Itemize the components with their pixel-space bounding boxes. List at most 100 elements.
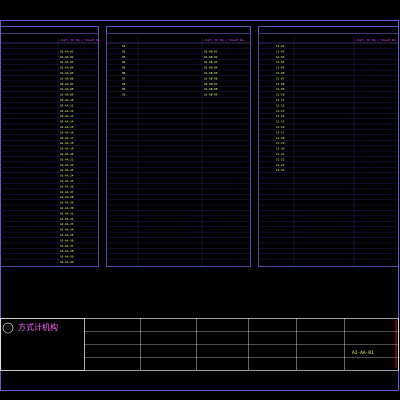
table-row: 11-05 bbox=[276, 66, 285, 70]
table-row: A2-AA-05 bbox=[60, 71, 74, 75]
table-cell: A2-AA-36 bbox=[60, 238, 74, 242]
table-cell: 11-23 bbox=[276, 163, 285, 167]
table-row: 11-12 bbox=[276, 103, 285, 107]
table-cell: A2-AA-21 bbox=[60, 157, 74, 161]
table-cell: 03 bbox=[122, 55, 126, 59]
table-cell: 11-13 bbox=[276, 109, 285, 113]
table-row: 11-06 bbox=[276, 71, 285, 75]
table-cell: A2-AA-11 bbox=[60, 103, 74, 107]
table-cell: 11-04 bbox=[276, 60, 285, 64]
table-row: 11-03 bbox=[276, 55, 285, 59]
table-cell: 11-03 bbox=[276, 55, 285, 59]
table-cell: A2-AA-02 bbox=[60, 55, 74, 59]
table-cell: 11-16 bbox=[276, 125, 285, 129]
table-cell: A2-AA-17 bbox=[60, 136, 74, 140]
table-row: A2-AA-24 bbox=[60, 174, 74, 178]
table-row: A2-AA-31 bbox=[60, 211, 74, 215]
table-row: 11-04 bbox=[276, 60, 285, 64]
table-cell: 11-06 bbox=[276, 71, 285, 75]
table-cell: A2-AA-25 bbox=[60, 179, 74, 183]
table-cell: 11-14 bbox=[276, 114, 285, 118]
table-row: 11-19 bbox=[276, 141, 285, 145]
table-row: A2-AA-23 bbox=[60, 168, 74, 172]
table-row: A2-AA-22 bbox=[60, 163, 74, 167]
table-cell: A2-AA-28 bbox=[60, 195, 74, 199]
table-cell: A2-AA-40 bbox=[60, 260, 74, 264]
column-header: (Ref. ID No.) Sheet No. bbox=[204, 38, 246, 42]
table-cell: A2-AA-35 bbox=[60, 233, 74, 237]
table-row: 11-13 bbox=[276, 109, 285, 113]
table-cell: A2-AA-27 bbox=[60, 190, 74, 194]
table-cell: A2-AA-08 bbox=[60, 87, 74, 91]
table-row: A2-AA-02 bbox=[60, 55, 74, 59]
column-header: (Ref. ID No.) Sheet No. bbox=[356, 38, 398, 42]
table-cell: A2-AA-13 bbox=[60, 114, 74, 118]
table-cell: A2-AA-15 bbox=[60, 125, 74, 129]
table-row: A2-AA-12 bbox=[60, 109, 74, 113]
table-cell: A2-AA-31 bbox=[60, 211, 74, 215]
table-row: A2-AA-09 bbox=[60, 93, 74, 97]
table-row: 11-21 bbox=[276, 152, 285, 156]
table-cell: A2-AA-19 bbox=[60, 147, 74, 151]
cad-drawing-canvas[interactable]: (Ref. ID No.) Sheet No. A2-AA-01 A2-AA-02 A… bbox=[0, 0, 400, 400]
table-cell: A2-AB-09 bbox=[204, 93, 218, 97]
table-cell: A2-AA-23 bbox=[60, 168, 74, 172]
table-row: 11-02 bbox=[276, 49, 285, 53]
table-cell: A2-AA-04 bbox=[60, 66, 74, 70]
table-row: A2-AA-07 bbox=[60, 82, 74, 86]
table-row: A2-AA-11 bbox=[60, 103, 74, 107]
table-row: 11-18 bbox=[276, 136, 285, 140]
table-row: A2-AA-17 bbox=[60, 136, 74, 140]
table-cell: 11-10 bbox=[276, 93, 285, 97]
table-cell: A2-AA-05 bbox=[60, 71, 74, 75]
table-row: A2-AA-20 bbox=[60, 152, 74, 156]
table-row: A2-AA-39 bbox=[60, 255, 74, 259]
table-row: A2-AA-36 bbox=[60, 238, 74, 242]
table-row: 11-15 bbox=[276, 120, 285, 124]
table-cell: 11-24 bbox=[276, 168, 285, 172]
table-cell: A2-AA-06 bbox=[60, 76, 74, 80]
table-cell: 07 bbox=[122, 76, 126, 80]
table-cell: A2-AA-30 bbox=[60, 206, 74, 210]
table-row: 11-11 bbox=[276, 98, 285, 102]
table-row: A2-AA-27 bbox=[60, 190, 74, 194]
table-cell: A2-AB-01 bbox=[204, 49, 218, 53]
table-cell: A2-AA-01 bbox=[60, 49, 74, 53]
table-cell: A2-AA-26 bbox=[60, 184, 74, 188]
table-cell: 11-09 bbox=[276, 87, 285, 91]
table-cell: A2-AA-14 bbox=[60, 120, 74, 124]
table-cell: 11-02 bbox=[276, 49, 285, 53]
table-row: 11-14 bbox=[276, 114, 285, 118]
table-cell: 11-11 bbox=[276, 98, 285, 102]
table-cell: 11-22 bbox=[276, 157, 285, 161]
table-row: A2-AA-25 bbox=[60, 179, 74, 183]
table-cell: A2-AB-04 bbox=[204, 66, 218, 70]
table-cell: 11-12 bbox=[276, 103, 285, 107]
table-cell: 11-21 bbox=[276, 152, 285, 156]
table-row: A2-AA-30 bbox=[60, 206, 74, 210]
table-row: 11-16 bbox=[276, 125, 285, 129]
table-cell: A2-AA-33 bbox=[60, 222, 74, 226]
table-row: A2-AA-35 bbox=[60, 233, 74, 237]
table-row: 11-08 bbox=[276, 82, 285, 86]
table-row: 11-20 bbox=[276, 147, 285, 151]
table-cell: 11-08 bbox=[276, 82, 285, 86]
table-cell: A2-AA-12 bbox=[60, 109, 74, 113]
table-cell: 11-20 bbox=[276, 147, 285, 151]
table-cell: 11-15 bbox=[276, 120, 285, 124]
table-cell: A2-AA-20 bbox=[60, 152, 74, 156]
table-cell: A2-AB-03 bbox=[204, 60, 218, 64]
table-cell: A2-AA-38 bbox=[60, 249, 74, 253]
table-row: 11-09 bbox=[276, 87, 285, 91]
table-cell: A2-AA-22 bbox=[60, 163, 74, 167]
table-cell: 01 bbox=[122, 44, 126, 48]
table-cell: 11-05 bbox=[276, 66, 285, 70]
table-row: A2-AA-33 bbox=[60, 222, 74, 226]
table-row: 11-07 bbox=[276, 76, 285, 80]
table-cell: 04 bbox=[122, 60, 126, 64]
table-row: A2-AA-01 bbox=[60, 49, 74, 53]
table-row: A2-AA-08 bbox=[60, 87, 74, 91]
table-cell: 05 bbox=[122, 66, 126, 70]
column-header: (Ref. ID No.) Sheet No. bbox=[60, 38, 102, 42]
table-cell: A2-AB-02 bbox=[204, 55, 218, 59]
